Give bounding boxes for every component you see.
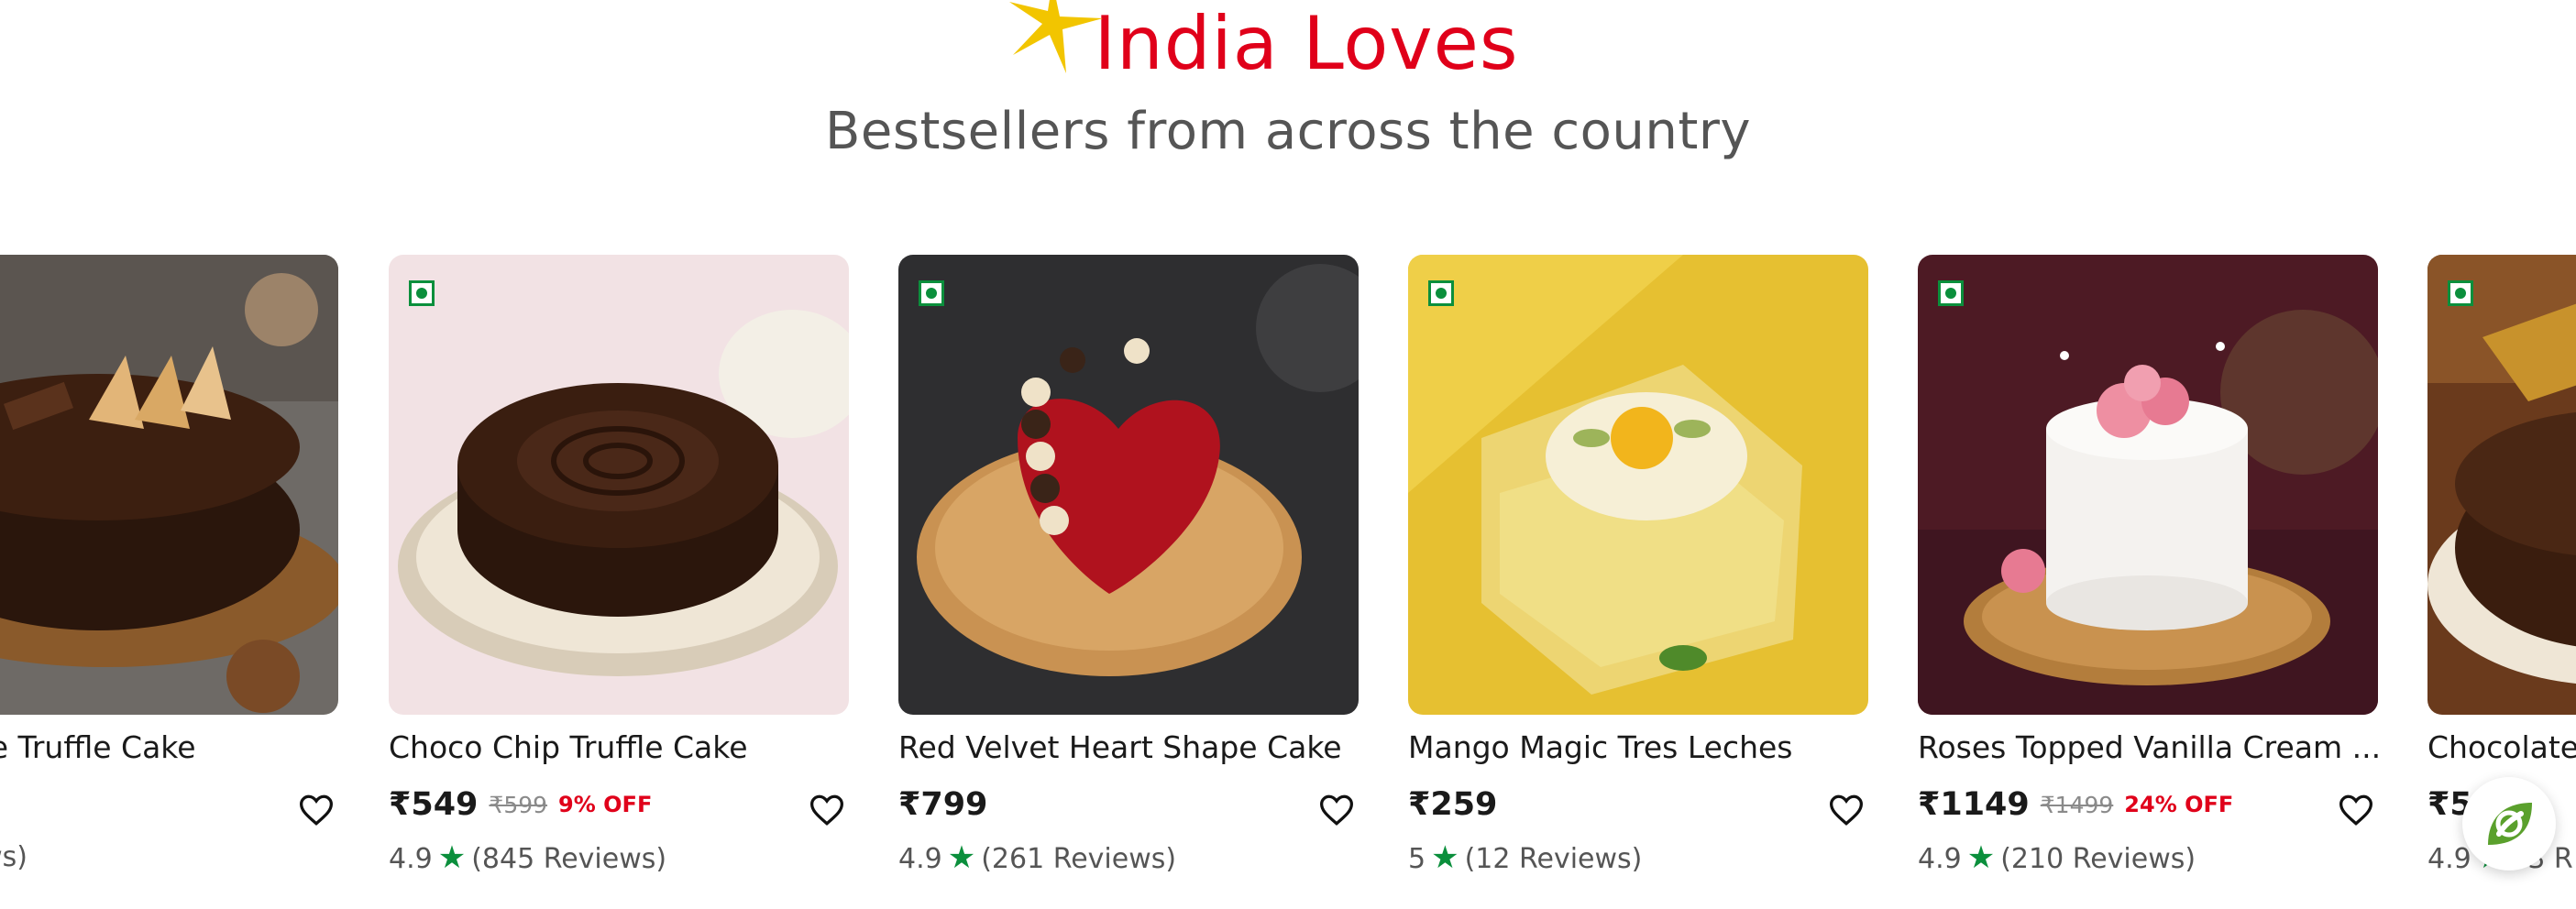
chocolate-cake-image (2427, 255, 2576, 715)
heart-outline-icon[interactable] (1828, 794, 1865, 827)
product-image[interactable] (389, 255, 849, 715)
section-title-text: India Loves (1094, 1, 1519, 86)
product-mrp: ₹599 (489, 791, 548, 818)
product-name[interactable]: Roses Topped Vanilla Cream ... (1918, 728, 2378, 768)
product-image[interactable] (0, 255, 338, 715)
price-row: ₹1149 ₹1499 24% OFF (1918, 786, 2378, 832)
floating-chat-button[interactable] (2462, 777, 2556, 871)
price-row: ₹549 ₹599 9% OFF (389, 786, 849, 832)
roses-vanilla-cream-cake-image (1918, 255, 2378, 715)
rating-row: 5 ★ (12 Reviews) (1408, 838, 1868, 880)
section-header: India Loves Bestsellers from across the … (0, 0, 2576, 183)
heart-outline-icon[interactable] (809, 794, 845, 827)
choco-chip-truffle-cake-image (389, 255, 849, 715)
rating-row: 4.9 ★ (210 Reviews) (1918, 838, 2378, 880)
section-title: India Loves (1009, 0, 1519, 88)
product-price: ₹259 (1408, 786, 1498, 823)
rating-row: 8 Reviews) (0, 838, 338, 878)
chocolate-truffle-cake-image (0, 255, 338, 715)
product-image[interactable] (2427, 255, 2576, 715)
price-row: ₹799 (898, 786, 1359, 832)
review-count: 8 Reviews) (0, 841, 28, 873)
leaf-logo-icon (2488, 803, 2532, 845)
product-image[interactable] (898, 255, 1359, 715)
product-price: ₹799 (898, 786, 988, 823)
review-count: (261 Reviews) (981, 843, 1177, 875)
veg-mark-icon (1428, 280, 1454, 306)
product-card[interactable]: Roses Topped Vanilla Cream ... ₹1149 ₹149… (1918, 255, 2378, 909)
veg-mark-icon (919, 280, 944, 306)
product-card[interactable]: Choco Chip Truffle Cake ₹549 ₹599 9% OFF 4… (389, 255, 849, 909)
product-card[interactable]: Mango Magic Tres Leches ₹259 5 ★ (12 Revie… (1408, 255, 1868, 909)
star-icon: ★ (1966, 839, 1996, 876)
rating-value: 4.9 (898, 843, 942, 875)
star-icon: ★ (1431, 839, 1459, 876)
veg-mark-icon (1938, 280, 1964, 306)
heart-outline-icon[interactable] (2338, 794, 2374, 827)
veg-mark-icon (2448, 280, 2473, 306)
review-count: (845 Reviews) (471, 843, 667, 875)
product-image[interactable] (1918, 255, 2378, 715)
heart-outline-icon[interactable] (1318, 794, 1355, 827)
discount-badge: 9% OFF (558, 792, 653, 817)
star-icon: ★ (437, 839, 467, 876)
product-image[interactable] (1408, 255, 1868, 715)
product-card[interactable]: Red Velvet Heart Shape Cake ₹799 4.9 ★ (26… (898, 255, 1359, 909)
product-carousel: hocolate Truffle Cake 8 Reviews) (0, 255, 2576, 909)
rating-row: 4.9 ★ (261 Reviews) (898, 838, 1359, 880)
red-velvet-heart-cake-image (898, 255, 1359, 715)
title-wrap: India Loves (0, 0, 2576, 88)
price-row: ₹259 (1408, 786, 1868, 832)
product-price: ₹1149 (1918, 786, 2030, 823)
product-name[interactable]: Chocolate (2427, 728, 2576, 768)
rating-value: 4.9 (389, 843, 433, 875)
product-name[interactable]: hocolate Truffle Cake (0, 728, 338, 768)
sparkle-star-icon (1009, 0, 1104, 73)
section-subtitle: Bestsellers from across the country (825, 102, 1751, 161)
review-count: (12 Reviews) (1464, 843, 1643, 875)
product-name[interactable]: Red Velvet Heart Shape Cake (898, 728, 1359, 768)
veg-mark-icon (409, 280, 435, 306)
product-price: ₹549 (389, 786, 479, 823)
discount-badge: 24% OFF (2124, 792, 2234, 817)
mango-tres-leches-image (1408, 255, 1868, 715)
heart-outline-icon[interactable] (298, 794, 335, 827)
rating-value: 4.9 (1918, 843, 1962, 875)
rating-row: 4.9 ★ (845 Reviews) (389, 838, 849, 880)
price-row (0, 786, 338, 832)
product-name[interactable]: Choco Chip Truffle Cake (389, 728, 849, 768)
rating-value: 5 (1408, 843, 1426, 875)
product-mrp: ₹1499 (2040, 791, 2114, 818)
review-count: (210 Reviews) (2000, 843, 2196, 875)
star-icon: ★ (947, 839, 976, 876)
product-card[interactable]: hocolate Truffle Cake 8 Reviews) (0, 255, 338, 909)
product-name[interactable]: Mango Magic Tres Leches (1408, 728, 1868, 768)
